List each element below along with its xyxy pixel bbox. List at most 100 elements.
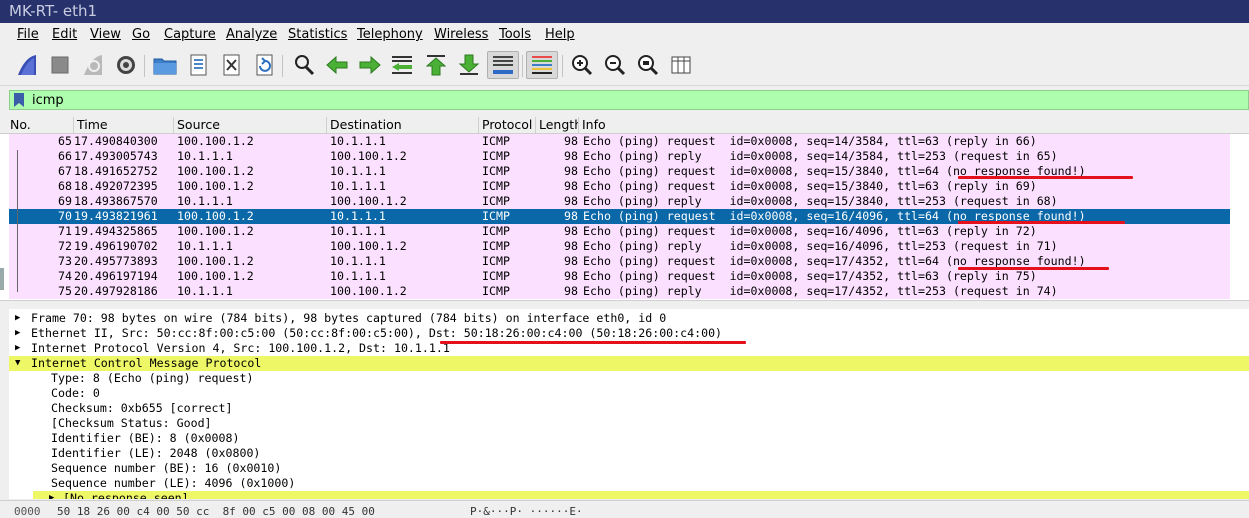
packet-source: 100.100.1.2 xyxy=(177,164,254,178)
save-file-icon[interactable] xyxy=(184,51,212,79)
menu-go[interactable]: Go xyxy=(132,27,150,42)
expand-arrow-right-icon[interactable]: ▶ xyxy=(15,326,25,341)
menu-bar: File Edit View Go Capture Analyze Statis… xyxy=(0,23,1249,47)
column-source[interactable]: Source xyxy=(173,117,326,133)
column-destination[interactable]: Destination xyxy=(326,117,478,133)
menu-help[interactable]: Help xyxy=(545,27,575,42)
resize-columns-icon[interactable] xyxy=(667,51,695,79)
packet-protocol: ICMP xyxy=(482,134,510,148)
packet-destination: 10.1.1.1 xyxy=(330,134,386,148)
packet-info: Echo (ping) request id=0x0008, seq=15/38… xyxy=(583,179,1037,193)
detail-text: Identifier (BE): 8 (0x0008) xyxy=(51,431,240,445)
go-last-icon[interactable] xyxy=(455,51,483,79)
packet-row[interactable]: 69 18.493867570 10.1.1.1 100.100.1.2 ICMP 98 E… xyxy=(9,194,1230,209)
close-file-icon[interactable] xyxy=(217,51,245,79)
packet-no: 66 xyxy=(58,149,72,163)
detail-tree-item[interactable]: ▶ [No response seen] xyxy=(33,491,1249,499)
packet-no: 71 xyxy=(58,224,72,238)
detail-tree-item[interactable]: Identifier (BE): 8 (0x0008) xyxy=(9,431,1249,446)
restart-capture-icon[interactable] xyxy=(79,51,107,79)
packet-length: 98 xyxy=(564,284,578,298)
detail-tree-item[interactable]: Sequence number (BE): 16 (0x0010) xyxy=(9,461,1249,476)
annotation-underline xyxy=(958,176,1133,179)
menu-edit[interactable]: Edit xyxy=(52,27,77,42)
colorize-icon[interactable] xyxy=(526,51,558,79)
packet-source: 10.1.1.1 xyxy=(177,149,233,163)
window-title: MK-RT- eth1 xyxy=(0,0,1249,23)
autoscroll-icon[interactable] xyxy=(487,51,519,79)
zoom-out-icon[interactable] xyxy=(601,51,629,79)
detail-tree-item[interactable]: [Checksum Status: Good] xyxy=(9,416,1249,431)
detail-tree-item[interactable]: ▶ Ethernet II, Src: 50:cc:8f:00:c5:00 (50… xyxy=(9,326,1249,341)
shark-fin-start-icon[interactable] xyxy=(13,51,41,79)
capture-options-gear-icon[interactable] xyxy=(112,51,140,79)
find-packet-icon[interactable] xyxy=(290,51,318,79)
packet-row[interactable]: 74 20.496197194 100.100.1.2 10.1.1.1 ICMP 98 E… xyxy=(9,269,1230,284)
packet-length: 98 xyxy=(564,179,578,193)
zoom-in-icon[interactable] xyxy=(568,51,596,79)
packet-no: 68 xyxy=(58,179,72,193)
packet-no: 72 xyxy=(58,239,72,253)
display-filter-input[interactable] xyxy=(32,91,1232,109)
go-to-packet-icon[interactable] xyxy=(389,51,417,79)
detail-text: Type: 8 (Echo (ping) request) xyxy=(51,371,254,385)
packet-row[interactable]: 72 19.496190702 10.1.1.1 100.100.1.2 ICMP 98 E… xyxy=(9,239,1230,254)
detail-tree-item[interactable]: Checksum: 0xb655 [correct] xyxy=(9,401,1249,416)
column-protocol[interactable]: Protocol xyxy=(478,117,535,133)
packet-source: 100.100.1.2 xyxy=(177,179,254,193)
packet-row[interactable]: 71 19.494325865 100.100.1.2 10.1.1.1 ICMP 98 E… xyxy=(9,224,1230,239)
go-first-icon[interactable] xyxy=(422,51,450,79)
menu-view[interactable]: View xyxy=(90,27,121,42)
column-info[interactable]: Info xyxy=(578,117,1228,133)
go-back-icon[interactable] xyxy=(323,51,351,79)
expand-arrow-right-icon[interactable]: ▶ xyxy=(49,491,59,499)
packet-bytes-pane: 0000 50 18 26 00 c4 00 50 cc 8f 00 c5 00… xyxy=(0,500,1249,518)
menu-telephony[interactable]: Telephony xyxy=(357,27,423,42)
detail-tree-item[interactable]: ▼ Internet Control Message Protocol xyxy=(9,356,1249,371)
packet-protocol: ICMP xyxy=(482,164,510,178)
open-file-icon[interactable] xyxy=(151,51,179,79)
menu-wireless[interactable]: Wireless xyxy=(434,27,488,42)
menu-statistics[interactable]: Statistics xyxy=(288,27,347,42)
packet-no: 70 xyxy=(58,209,72,223)
detail-tree-item[interactable]: Identifier (LE): 2048 (0x0800) xyxy=(9,446,1249,461)
expand-arrow-right-icon[interactable]: ▶ xyxy=(15,311,25,326)
packet-protocol: ICMP xyxy=(482,179,510,193)
bookmark-icon[interactable] xyxy=(13,93,25,107)
packet-time: 17.493005743 xyxy=(74,149,158,163)
packet-no: 73 xyxy=(58,254,72,268)
packet-info: Echo (ping) reply id=0x0008, seq=17/4352… xyxy=(583,284,1058,298)
detail-tree-item[interactable]: Code: 0 xyxy=(9,386,1249,401)
menu-tools[interactable]: Tools xyxy=(499,27,531,42)
packet-source: 100.100.1.2 xyxy=(177,269,254,283)
menu-capture[interactable]: Capture xyxy=(164,27,216,42)
go-forward-icon[interactable] xyxy=(356,51,384,79)
packet-no: 69 xyxy=(58,194,72,208)
packet-row[interactable]: 65 17.490840300 100.100.1.2 10.1.1.1 ICMP 98 E… xyxy=(9,134,1230,149)
menu-file[interactable]: File xyxy=(17,27,39,42)
detail-tree-item[interactable]: ▶ Frame 70: 98 bytes on wire (784 bits), … xyxy=(9,311,1249,326)
packet-row[interactable]: 68 18.492072395 100.100.1.2 10.1.1.1 ICMP 98 E… xyxy=(9,179,1230,194)
zoom-normal-icon[interactable] xyxy=(634,51,662,79)
menu-analyze[interactable]: Analyze xyxy=(226,27,277,42)
packet-length: 98 xyxy=(564,134,578,148)
stop-capture-icon[interactable] xyxy=(46,51,74,79)
column-time[interactable]: Time xyxy=(73,117,173,133)
packet-info: Echo (ping) reply id=0x0008, seq=16/4096… xyxy=(583,239,1058,253)
expand-arrow-right-icon[interactable]: ▶ xyxy=(15,341,25,356)
packet-source: 10.1.1.1 xyxy=(177,239,233,253)
packet-protocol: ICMP xyxy=(482,149,510,163)
packet-row[interactable]: 75 20.497928186 10.1.1.1 100.100.1.2 ICMP 98 E… xyxy=(9,284,1230,299)
annotation-underline xyxy=(440,341,746,344)
column-length[interactable]: Length xyxy=(535,117,578,133)
expand-arrow-down-icon[interactable]: ▼ xyxy=(15,356,25,371)
packet-row[interactable]: 66 17.493005743 10.1.1.1 100.100.1.2 ICMP 98 E… xyxy=(9,149,1230,164)
packet-length: 98 xyxy=(564,224,578,238)
detail-tree-item[interactable]: Type: 8 (Echo (ping) request) xyxy=(9,371,1249,386)
packet-info: Echo (ping) request id=0x0008, seq=17/43… xyxy=(583,269,1037,283)
column-no[interactable]: No. xyxy=(7,117,73,133)
pane-splitter[interactable] xyxy=(0,300,1249,309)
detail-tree-item[interactable]: Sequence number (LE): 4096 (0x1000) xyxy=(9,476,1249,491)
reload-file-icon[interactable] xyxy=(250,51,278,79)
packet-time: 19.493821961 xyxy=(74,209,158,223)
